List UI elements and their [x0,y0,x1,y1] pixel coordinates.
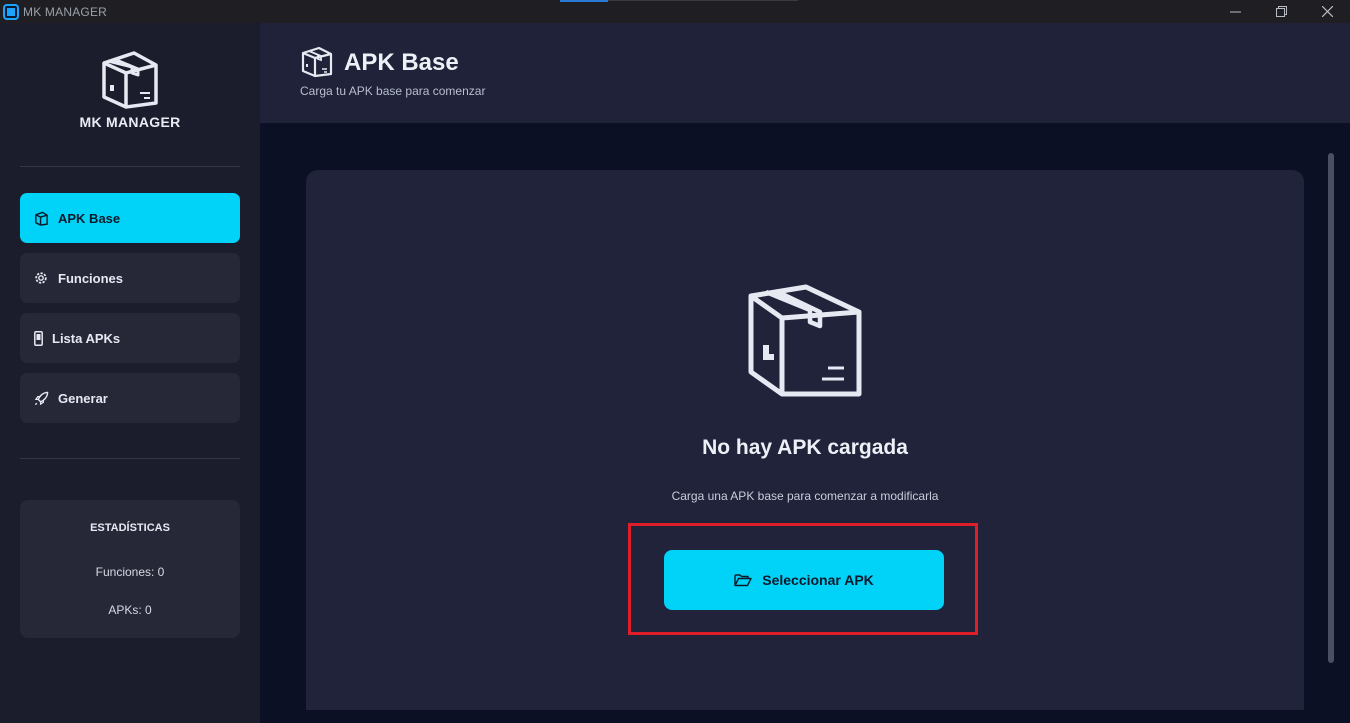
stats-panel: ESTADÍSTICAS Funciones: 0 APKs: 0 [20,500,240,638]
main-scrollbar[interactable] [1328,153,1334,663]
phone-icon [33,330,43,346]
page-header: APK Base Carga tu APK base para comenzar [260,23,1350,123]
page-subtitle: Carga tu APK base para comenzar [300,84,486,98]
folder-open-icon [734,574,752,587]
app-icon [3,3,19,20]
select-apk-button[interactable]: Seleccionar APK [664,550,944,610]
select-apk-label: Seleccionar APK [762,572,874,588]
sidebar-divider [20,458,240,459]
sidebar-item-label: Lista APKs [52,330,121,346]
empty-state-subtitle: Carga una APK base para comenzar a modif… [671,489,939,503]
tab-indicator [560,0,608,2]
box-icon [748,284,862,397]
sidebar-item-label: Generar [58,390,108,406]
stats-apks: APKs: 0 [108,603,152,617]
tab-indicator-line [608,0,798,1]
empty-state-title: No hay APK cargada [702,436,908,459]
box-logo-icon [102,51,158,109]
restore-button[interactable] [1258,0,1304,23]
window-titlebar: MK MANAGER [0,0,1350,23]
close-button[interactable] [1304,0,1350,23]
minimize-icon [1229,11,1241,13]
restore-icon [1275,6,1287,17]
gear-icon [33,270,49,286]
empty-state-card: No hay APK cargada Carga una APK base pa… [306,170,1304,710]
box-icon [301,46,333,78]
sidebar-divider [20,166,240,167]
stats-funciones: Funciones: 0 [95,565,165,579]
brand-name: MK MANAGER [79,114,181,130]
minimize-button[interactable] [1212,0,1258,23]
sidebar-item-label: APK Base [58,210,121,226]
sidebar-item-label: Funciones [58,270,124,286]
main-content: No hay APK cargada Carga una APK base pa… [260,123,1350,723]
sidebar-item-funciones[interactable]: Funciones [20,253,240,303]
sidebar: MK MANAGER APK Base Funciones Lista APKs… [0,23,260,723]
sidebar-item-generar[interactable]: Generar [20,373,240,423]
page-title: APK Base [344,49,459,76]
sidebar-item-lista-apks[interactable]: Lista APKs [20,313,240,363]
sidebar-item-apk-base[interactable]: APK Base [20,193,240,243]
box-icon [33,210,49,226]
close-icon [1321,6,1333,17]
window-controls [1212,0,1350,23]
rocket-icon [33,390,49,406]
window-title: MK MANAGER [23,4,108,19]
stats-title: ESTADÍSTICAS [90,522,170,534]
